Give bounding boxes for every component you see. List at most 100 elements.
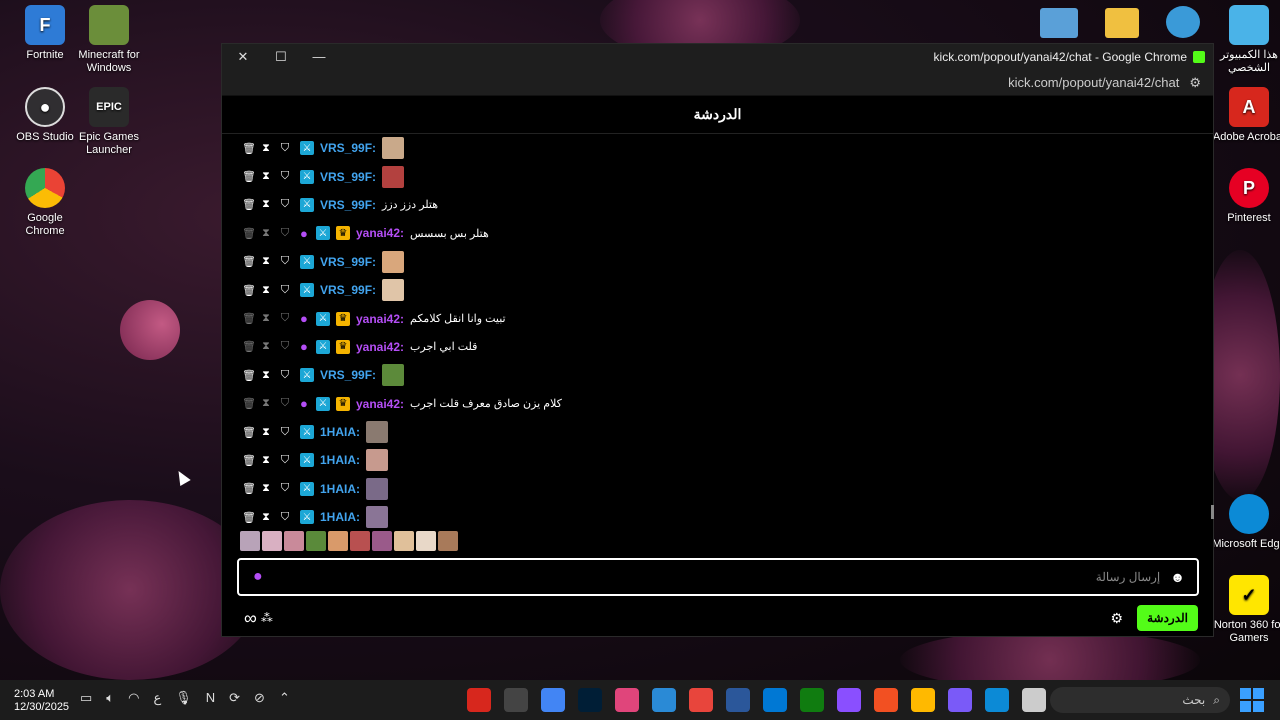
chat-username[interactable]: VRS_99F: (320, 368, 376, 382)
delete-icon[interactable]: 🗑︎ (242, 482, 256, 495)
delete-icon[interactable]: 🗑︎ (242, 426, 256, 439)
chat-username[interactable]: yanai42: (356, 226, 404, 240)
timeout-icon[interactable]: ⧗ (261, 511, 271, 524)
delete-icon[interactable]: 🗑︎ (242, 227, 256, 240)
ban-shield-icon[interactable]: ⛉ (280, 454, 290, 467)
timeout-icon[interactable]: ⧗ (261, 482, 271, 495)
delete-icon[interactable]: 🗑︎ (242, 454, 256, 467)
delete-icon[interactable]: 🗑︎ (242, 312, 256, 325)
delete-icon[interactable]: 🗑︎ (242, 369, 256, 382)
ban-shield-icon[interactable]: ⛉ (280, 170, 290, 183)
send-chat-button[interactable]: الدردشة (1137, 605, 1198, 631)
taskbar-app-icon[interactable] (948, 688, 972, 712)
chat-username[interactable]: VRS_99F: (320, 170, 376, 184)
settings-gear-icon[interactable]: ⚙ (1111, 610, 1124, 627)
chat-username[interactable]: 1HAIA: (320, 453, 360, 467)
taskbar-app-icon[interactable] (541, 688, 565, 712)
message-input[interactable] (272, 570, 1161, 584)
chat-emote[interactable] (382, 137, 405, 160)
ban-shield-icon[interactable]: ⛉ (280, 284, 290, 297)
ban-shield-icon[interactable]: ⛉ (280, 198, 290, 211)
chat-emote[interactable] (366, 421, 389, 444)
infinity-icon[interactable]: ∞ (244, 608, 257, 629)
chat-username[interactable]: VRS_99F: (320, 283, 376, 297)
ban-shield-icon[interactable]: ⛉ (280, 369, 290, 382)
timeout-icon[interactable]: ⧗ (261, 198, 271, 211)
recent-emote[interactable] (328, 531, 348, 551)
chat-emote[interactable] (366, 477, 389, 500)
desktop-icon-edge[interactable]: Microsoft Edge (1211, 494, 1280, 551)
taskbar-app-icon[interactable] (504, 688, 528, 712)
timeout-icon[interactable]: ⧗ (261, 454, 271, 467)
recent-emote[interactable] (240, 531, 260, 551)
ban-shield-icon[interactable]: ⛉ (280, 227, 290, 240)
timeout-icon[interactable]: ⧗ (261, 227, 271, 240)
minimize-icon[interactable]: — (312, 49, 326, 65)
taskbar-app-icon[interactable] (689, 688, 713, 712)
chevron-up-icon[interactable]: ⌃ (279, 690, 290, 706)
delete-icon[interactable]: 🗑︎ (242, 397, 256, 410)
chat-emote[interactable] (382, 250, 405, 273)
recent-emote[interactable] (438, 531, 458, 551)
timeout-icon[interactable]: ⧗ (261, 397, 271, 410)
timeout-icon[interactable]: ⧗ (261, 312, 271, 325)
chat-emote[interactable] (366, 506, 389, 529)
recent-emote[interactable] (372, 531, 392, 551)
ban-shield-icon[interactable]: ⛉ (280, 426, 290, 439)
chat-emote[interactable] (382, 279, 405, 302)
taskbar-app-icon[interactable] (615, 688, 639, 712)
taskbar-app-icon[interactable] (652, 688, 676, 712)
url-text[interactable]: kick.com/popout/yanai42/chat (1008, 75, 1179, 90)
chat-emote[interactable] (366, 449, 389, 472)
desktop-icon-acrobat[interactable]: A Adobe Acrobat (1211, 87, 1280, 144)
delete-icon[interactable]: 🗑︎ (242, 511, 256, 524)
timeout-icon[interactable]: ⧗ (261, 284, 271, 297)
timeout-icon[interactable]: ⧗ (261, 170, 271, 183)
maximize-icon[interactable]: ☐ (274, 49, 288, 65)
taskbar-app-icon[interactable] (726, 688, 750, 712)
timeout-icon[interactable]: ⧗ (261, 340, 271, 353)
delete-icon[interactable]: 🗑︎ (242, 340, 256, 353)
desktop-icon-network[interactable] (1166, 6, 1200, 38)
delete-icon[interactable]: 🗑︎ (242, 170, 256, 183)
recent-emote[interactable] (262, 531, 282, 551)
chat-username[interactable]: yanai42: (356, 397, 404, 411)
timeout-icon[interactable]: ⧗ (261, 142, 271, 155)
taskbar-app-icon[interactable] (467, 688, 491, 712)
delete-icon[interactable]: 🗑︎ (242, 284, 256, 297)
wifi-icon[interactable]: ◠ (128, 690, 139, 706)
desktop-icon-chrome[interactable]: Google Chrome (7, 168, 83, 238)
volume-icon[interactable]: 🔈︎ (106, 690, 114, 706)
recent-emote[interactable] (350, 531, 370, 551)
site-settings-icon[interactable]: ⚙ (1189, 75, 1201, 91)
taskbar-search[interactable]: بحث ⌕ (1050, 687, 1230, 713)
delete-icon[interactable]: 🗑︎ (242, 198, 256, 211)
taskbar-app-icon[interactable] (911, 688, 935, 712)
microphone-tray-icon[interactable]: 🎙︎ (175, 690, 192, 706)
chat-username[interactable]: 1HAIA: (320, 482, 360, 496)
taskbar-app-icon[interactable] (800, 688, 824, 712)
battery-icon[interactable]: ▭ (80, 690, 92, 706)
timeout-icon[interactable]: ⧗ (261, 369, 271, 382)
desktop-icon-this-pc[interactable]: هذا الكمبيوتر الشخصي (1211, 5, 1280, 75)
recent-emote[interactable] (284, 531, 304, 551)
language-indicator[interactable]: ع (153, 690, 161, 706)
chat-username[interactable]: 1HAIA: (320, 425, 360, 439)
delete-icon[interactable]: 🗑︎ (242, 255, 256, 268)
delete-icon[interactable]: 🗑︎ (242, 142, 256, 155)
desktop-icon-pinterest[interactable]: P Pinterest (1211, 168, 1280, 225)
ban-shield-icon[interactable]: ⛉ (280, 312, 290, 325)
chat-username[interactable]: VRS_99F: (320, 141, 376, 155)
ban-shield-icon[interactable]: ⛉ (280, 482, 290, 495)
chat-username[interactable]: VRS_99F: (320, 198, 376, 212)
timeout-icon[interactable]: ⧗ (261, 426, 271, 439)
ban-shield-icon[interactable]: ⛉ (280, 397, 290, 410)
taskbar-app-icon[interactable] (763, 688, 787, 712)
chat-emote[interactable] (382, 165, 405, 188)
taskbar-app-icon[interactable] (1022, 688, 1046, 712)
taskbar-app-icon[interactable] (985, 688, 1009, 712)
ban-shield-icon[interactable]: ⛉ (280, 511, 290, 524)
recent-emote[interactable] (306, 531, 326, 551)
ban-shield-icon[interactable]: ⛉ (280, 340, 290, 353)
desktop-icon-norton[interactable]: ✓ Norton 360 for Gamers (1211, 575, 1280, 645)
